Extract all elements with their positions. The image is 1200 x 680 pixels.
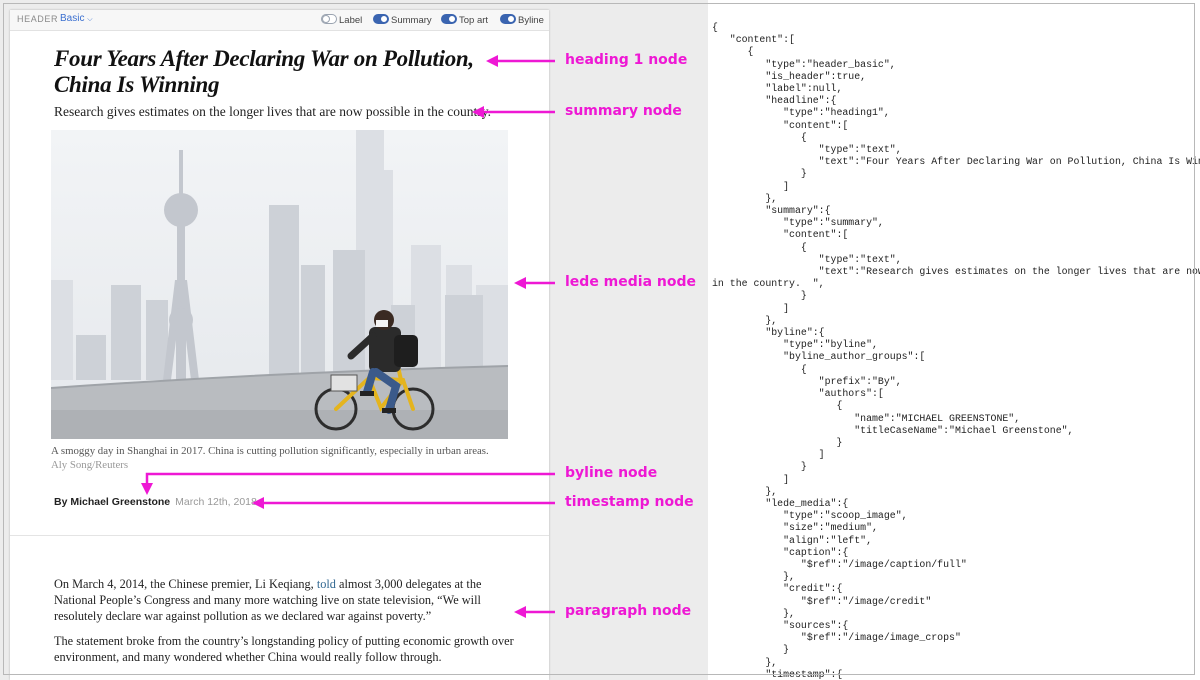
figure-frame	[3, 3, 1195, 675]
